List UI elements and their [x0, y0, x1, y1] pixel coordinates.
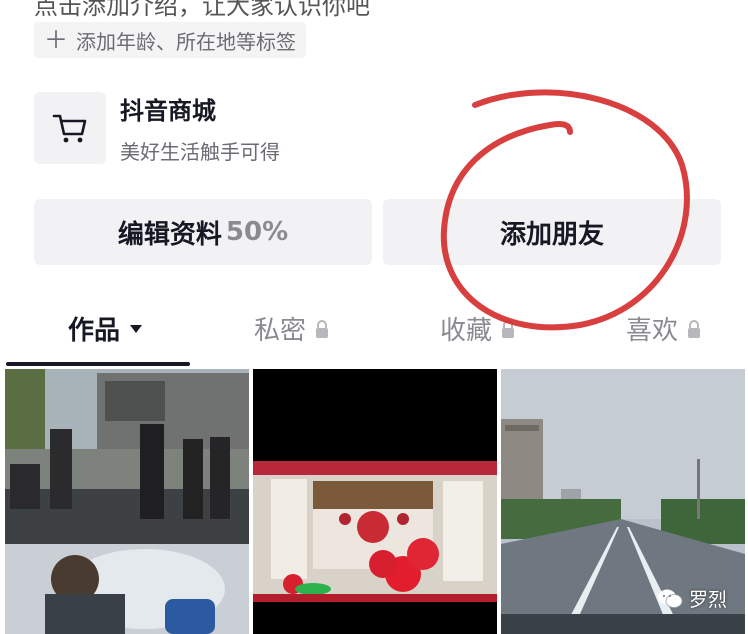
lock-icon	[316, 319, 329, 338]
watermark-text: 罗烈	[688, 589, 727, 611]
watermark: 罗烈	[657, 585, 727, 612]
add-tags-chip[interactable]: ＋ 添加年龄、所在地等标签	[34, 22, 306, 58]
shop-title: 抖音商城	[120, 97, 216, 125]
profile-bio-cut: 点击添加介绍，让大家认识你吧	[34, 0, 370, 20]
tab-private[interactable]: 私密	[254, 310, 330, 347]
active-tab-indicator	[6, 362, 190, 366]
add-tags-label: 添加年龄、所在地等标签	[76, 29, 296, 54]
wechat-icon	[657, 589, 683, 608]
edit-profile-progress: 50%	[225, 217, 289, 247]
red-circle-annotation	[440, 89, 690, 331]
video-thumbnail-street[interactable]	[5, 369, 249, 634]
caret-down-icon	[130, 324, 143, 333]
shopping-cart-icon	[34, 92, 106, 164]
works-grid: 罗烈	[5, 369, 748, 634]
tab-private-label: 私密	[254, 316, 307, 346]
plus-icon: ＋	[44, 26, 68, 54]
video-thumbnail-festive[interactable]	[253, 369, 497, 634]
shop-subtitle: 美好生活触手可得	[120, 140, 280, 164]
tab-works-label: 作品	[68, 316, 121, 346]
shop-entry[interactable]: 抖音商城 美好生活触手可得	[34, 91, 280, 165]
edit-profile-button[interactable]: 编辑资料 50%	[34, 199, 372, 265]
edit-profile-label: 编辑资料	[117, 219, 222, 250]
tab-works[interactable]: 作品	[68, 310, 144, 347]
video-thumbnail-road[interactable]: 罗烈	[501, 369, 745, 634]
